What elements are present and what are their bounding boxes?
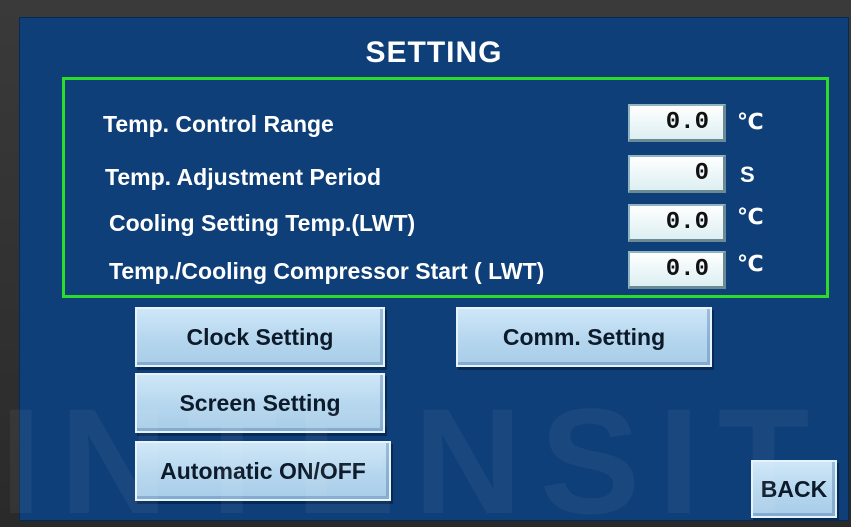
clock-setting-button[interactable]: Clock Setting xyxy=(135,307,385,367)
temp-control-range-unit: ℃ xyxy=(737,109,764,134)
cooling-setting-temp-field[interactable]: 0.0 xyxy=(628,204,726,242)
automatic-on-off-button[interactable]: Automatic ON/OFF xyxy=(135,441,391,501)
comm-setting-button[interactable]: Comm. Setting xyxy=(456,307,712,367)
back-button[interactable]: BACK xyxy=(751,460,837,518)
hmi-screen: SETTING Temp. Control Range 0.0 ℃ Temp. … xyxy=(19,17,849,521)
temp-adjustment-period-field[interactable]: 0 xyxy=(628,155,726,193)
temp-control-range-label: Temp. Control Range xyxy=(103,111,334,137)
parameter-panel: Temp. Control Range 0.0 ℃ Temp. Adjustme… xyxy=(62,77,829,298)
temp-adjustment-period-label: Temp. Adjustment Period xyxy=(105,164,382,190)
screen-setting-button[interactable]: Screen Setting xyxy=(135,373,385,433)
cooling-setting-temp-unit: ℃ xyxy=(737,204,764,229)
compressor-start-unit: ℃ xyxy=(737,251,764,276)
page-title: SETTING xyxy=(365,36,503,69)
compressor-start-field[interactable]: 0.0 xyxy=(628,251,726,289)
cooling-setting-temp-label: Cooling Setting Temp.(LWT) xyxy=(109,210,416,236)
compressor-start-label: Temp./Cooling Compressor Start ( LWT) xyxy=(109,258,545,284)
temp-control-range-field[interactable]: 0.0 xyxy=(628,104,726,142)
temp-adjustment-period-unit: S xyxy=(740,162,755,187)
